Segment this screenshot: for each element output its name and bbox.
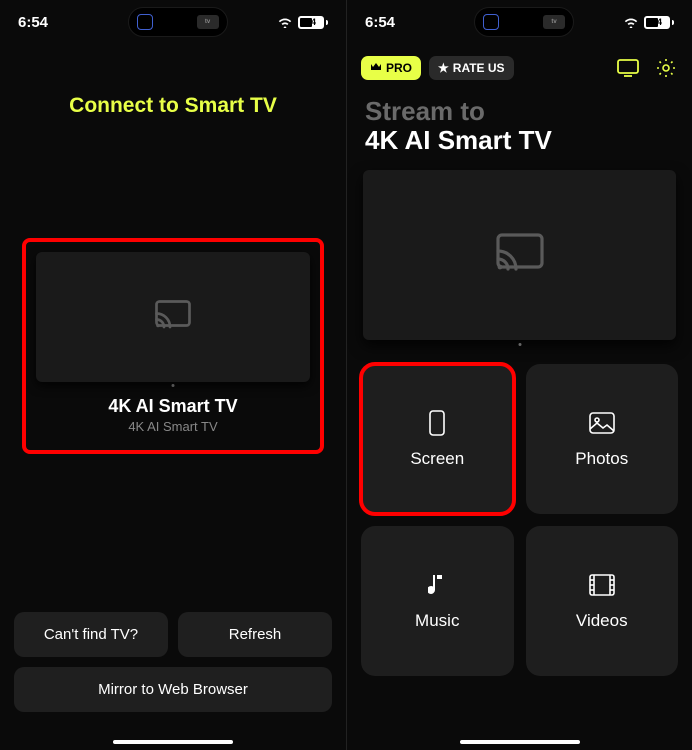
top-controls: PRO ★ RATE US	[347, 44, 692, 80]
cant-find-tv-button[interactable]: Can't find TV?	[14, 612, 168, 657]
bottom-button-group: Can't find TV? Refresh Mirror to Web Bro…	[14, 612, 332, 730]
phone-icon	[423, 409, 451, 437]
photos-tile-button[interactable]: Photos	[526, 364, 679, 514]
stream-to-label: Stream to	[365, 96, 674, 127]
tile-label: Screen	[410, 449, 464, 469]
videos-tile-button[interactable]: Videos	[526, 526, 679, 676]
rate-label: RATE US	[453, 61, 505, 75]
tv-preview-area	[363, 170, 676, 340]
refresh-button[interactable]: Refresh	[178, 612, 332, 657]
atv-indicator-icon: tv	[197, 15, 219, 29]
status-bar: 6:54 tv 54	[0, 0, 346, 44]
dynamic-island: tv	[474, 7, 574, 37]
battery-indicator: 54	[644, 16, 674, 29]
rate-us-button[interactable]: ★ RATE US	[429, 56, 514, 80]
pip-indicator-icon	[483, 14, 499, 30]
pro-label: PRO	[386, 61, 412, 75]
tile-label: Videos	[576, 611, 628, 631]
phone-screen-connect: 6:54 tv 54 Connect to Smart TV	[0, 0, 346, 750]
photo-icon	[588, 409, 616, 437]
status-right: 54	[623, 16, 674, 29]
battery-indicator: 54	[298, 16, 328, 29]
tv-preview[interactable]	[363, 170, 676, 340]
crown-icon	[370, 61, 382, 75]
wifi-icon	[623, 16, 639, 28]
wifi-icon	[277, 16, 293, 28]
tv-icon-button[interactable]	[616, 58, 640, 78]
video-icon	[588, 571, 616, 599]
tv-card-highlight: 4K AI Smart TV 4K AI Smart TV	[22, 238, 324, 454]
status-time: 6:54	[18, 14, 78, 31]
atv-indicator-icon: tv	[543, 15, 565, 29]
page-title: Connect to Smart TV	[0, 94, 346, 118]
screen-tile-button[interactable]: Screen	[361, 364, 514, 514]
mirror-web-browser-button[interactable]: Mirror to Web Browser	[14, 667, 332, 712]
battery-percent: 54	[306, 17, 316, 27]
content-tiles-grid: Screen Photos Music Videos	[347, 340, 692, 676]
cast-icon	[496, 233, 544, 278]
stream-device-name: 4K AI Smart TV	[365, 125, 674, 156]
music-tile-button[interactable]: Music	[361, 526, 514, 676]
status-right: 54	[277, 16, 328, 29]
star-icon: ★	[438, 61, 449, 75]
tv-device-card[interactable]	[36, 252, 310, 382]
pro-badge-button[interactable]: PRO	[361, 56, 421, 80]
dynamic-island: tv	[128, 7, 228, 37]
battery-percent: 54	[652, 17, 662, 27]
device-name: 4K AI Smart TV	[36, 396, 310, 417]
home-indicator[interactable]	[113, 740, 233, 744]
pip-indicator-icon	[137, 14, 153, 30]
status-bar: 6:54 tv 54	[347, 0, 692, 44]
settings-icon-button[interactable]	[654, 58, 678, 78]
stream-header: Stream to 4K AI Smart TV	[347, 80, 692, 156]
status-time: 6:54	[365, 14, 425, 31]
device-subname: 4K AI Smart TV	[36, 419, 310, 434]
cast-icon	[155, 300, 191, 335]
tile-label: Photos	[575, 449, 628, 469]
home-indicator[interactable]	[460, 740, 580, 744]
music-icon	[423, 571, 451, 599]
tile-label: Music	[415, 611, 459, 631]
phone-screen-stream: 6:54 tv 54 PRO ★ RA	[346, 0, 692, 750]
